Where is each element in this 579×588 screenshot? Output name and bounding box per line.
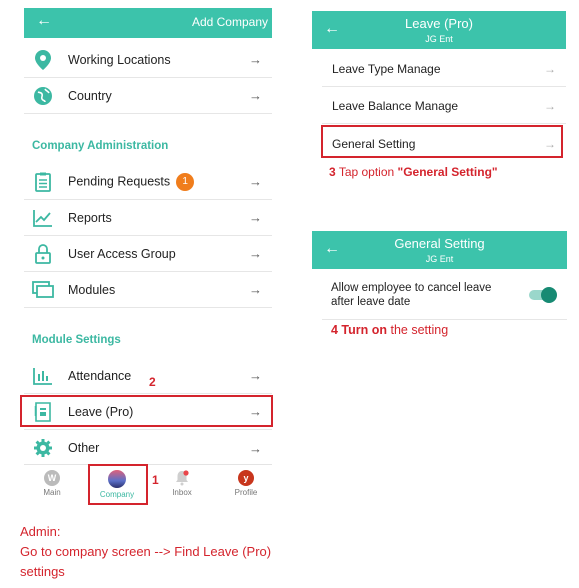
- cancel-leave-setting-row: Allow employee to cancel leave after lea…: [322, 276, 567, 320]
- clipboard-icon: [32, 171, 54, 193]
- nav-label: Inbox: [172, 488, 192, 497]
- header-title: Add Company: [191, 15, 268, 29]
- arrow-right-icon: →: [249, 368, 262, 383]
- step-3-caption: 3 Tap option "General Setting": [329, 165, 498, 179]
- row-label: Working Locations: [68, 52, 171, 67]
- row-leave-balance-manage[interactable]: Leave Balance Manage →: [322, 88, 566, 124]
- bar-chart-icon: [32, 365, 54, 387]
- nav-inbox[interactable]: Inbox: [154, 470, 210, 497]
- section-title-modules: Module Settings: [32, 334, 121, 346]
- instruction-line-3: settings: [20, 564, 65, 579]
- general-setting-title: General Setting: [394, 236, 485, 251]
- notification-badge: 1: [176, 172, 195, 191]
- row-label: Other: [68, 441, 100, 455]
- arrow-right-icon: →: [249, 440, 262, 456]
- main-logo-icon: W: [44, 470, 60, 486]
- row-label: Attendance: [68, 368, 132, 383]
- row-label: User Access Group: [68, 246, 176, 261]
- nav-profile[interactable]: y Profile: [218, 470, 274, 497]
- step-4-bold: 4 Turn on: [331, 323, 388, 337]
- setting-label-line-2: after leave date: [331, 296, 411, 308]
- row-modules[interactable]: Modules →: [24, 272, 272, 308]
- highlight-general-setting: [321, 125, 563, 158]
- arrow-right-icon: →: [544, 98, 556, 113]
- arrow-right-icon: →: [544, 61, 556, 76]
- leave-subtitle: JG Ent: [425, 34, 453, 44]
- section-title-admin: Company Administration: [32, 140, 169, 152]
- row-working-locations[interactable]: Working Locations →: [24, 42, 272, 78]
- row-label: Country: [68, 88, 112, 103]
- cancel-leave-toggle[interactable]: [529, 287, 557, 303]
- left-header: ← Add Company: [24, 8, 272, 38]
- row-country[interactable]: Country →: [24, 78, 272, 114]
- instruction-line-2: Go to company screen --> Find Leave (Pro…: [20, 544, 272, 559]
- leave-header: ← Leave (Pro) JG Ent: [312, 11, 566, 49]
- location-pin-icon: [32, 49, 54, 71]
- step-4-text: the setting: [387, 323, 449, 337]
- arrow-right-icon: →: [249, 246, 262, 261]
- nav-label: Profile: [234, 488, 258, 497]
- highlight-company-tab: [88, 464, 148, 505]
- nav-main[interactable]: W Main: [24, 470, 80, 497]
- highlight-leave-pro: [20, 395, 273, 427]
- step-3-number: 3: [329, 165, 336, 179]
- row-label: Pending Requests: [68, 173, 171, 188]
- leave-title: Leave (Pro): [405, 16, 473, 31]
- bell-icon: [174, 470, 190, 486]
- arrow-right-icon: →: [249, 210, 262, 225]
- row-user-access-group[interactable]: User Access Group →: [24, 236, 272, 272]
- general-setting-subtitle: JG Ent: [425, 254, 454, 264]
- arrow-right-icon: →: [249, 88, 262, 103]
- row-label: Leave Type Manage: [332, 61, 441, 76]
- general-setting-header: ← General Setting JG Ent: [312, 231, 567, 269]
- setting-label-line-1: Allow employee to cancel leave: [331, 282, 492, 294]
- step-3-text: Tap option: [338, 165, 398, 179]
- gear-icon: [32, 437, 54, 459]
- row-label: Leave Balance Manage: [332, 98, 459, 113]
- row-reports[interactable]: Reports →: [24, 200, 272, 236]
- row-label: Modules: [68, 282, 116, 297]
- arrow-right-icon: →: [249, 52, 262, 67]
- row-attendance[interactable]: Attendance →: [24, 358, 272, 394]
- arrow-right-icon: →: [249, 282, 262, 297]
- instruction-line-1: Admin:: [20, 524, 61, 539]
- chart-icon: [32, 207, 54, 229]
- profile-avatar-icon: y: [238, 470, 254, 486]
- monitor-icon: [32, 279, 54, 301]
- step-4-caption: 4 Turn on the setting: [331, 323, 448, 337]
- row-label: Reports: [68, 210, 112, 225]
- row-other[interactable]: Other →: [24, 430, 272, 466]
- nav-label: Main: [43, 488, 61, 497]
- row-leave-type-manage[interactable]: Leave Type Manage →: [322, 51, 566, 87]
- globe-icon: [32, 85, 54, 107]
- step-2-label: 2: [149, 375, 156, 389]
- toggle-knob: [541, 287, 557, 303]
- step-1-label: 1: [152, 473, 159, 487]
- row-pending-requests[interactable]: Pending Requests 1 →: [24, 164, 272, 200]
- bottom-nav-divider: [24, 464, 272, 465]
- arrow-right-icon: →: [249, 174, 262, 189]
- back-arrow-icon[interactable]: ←: [36, 12, 52, 30]
- step-3-quote: "General Setting": [397, 165, 498, 179]
- lock-icon: [32, 243, 54, 265]
